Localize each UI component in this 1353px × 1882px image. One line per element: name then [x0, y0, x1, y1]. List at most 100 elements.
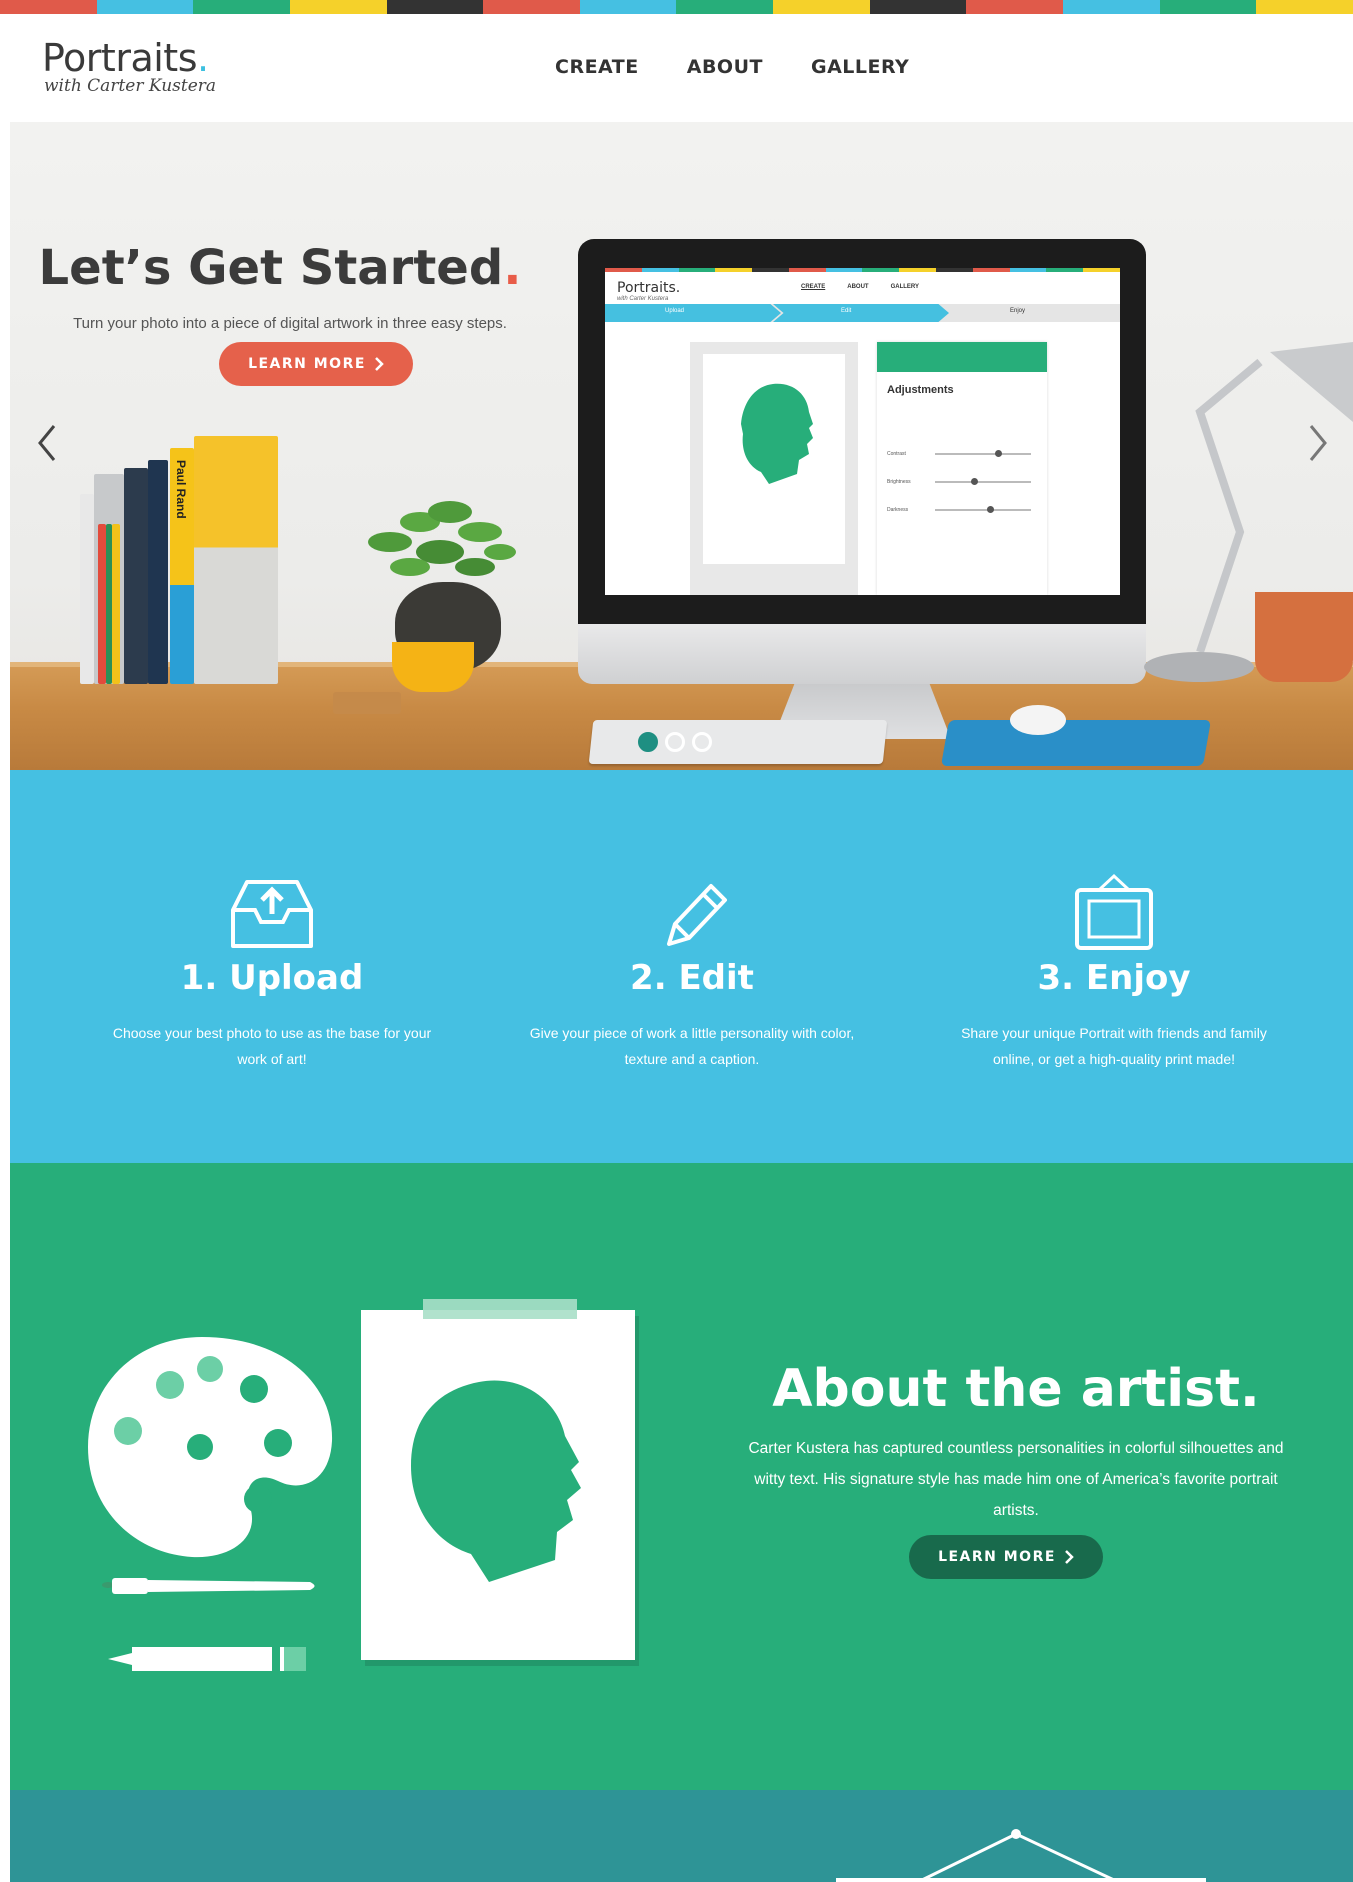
stripe-segment — [1159, 0, 1257, 14]
about-section: About the artist. Carter Kustera has cap… — [10, 1163, 1353, 1790]
canvas-paper — [361, 1310, 635, 1660]
slider-dot-2[interactable] — [665, 732, 685, 752]
screen-color-stripe — [605, 268, 1120, 272]
book — [112, 524, 120, 684]
screen-nav: CREATE ABOUT GALLERY — [801, 284, 919, 290]
step-upload-text: Choose your best photo to use as the bas… — [112, 1025, 432, 1067]
hero-learn-more-label: LEARN MORE — [248, 356, 366, 372]
stripe-segment — [752, 268, 789, 272]
stripe-segment — [678, 268, 716, 272]
orange-plant-pot — [1255, 592, 1353, 682]
chevron-right-icon — [375, 357, 384, 371]
book — [98, 524, 106, 684]
about-learn-more-button[interactable]: LEARN MORE — [909, 1535, 1103, 1579]
screen-step-edit-label: Edit — [841, 308, 852, 314]
chevron-right-icon — [1065, 1550, 1074, 1564]
stripe-segment — [579, 0, 677, 14]
nav-gallery[interactable]: GALLERY — [811, 56, 909, 78]
screen-step-upload-label: Upload — [665, 308, 685, 314]
stripe-segment — [788, 268, 826, 272]
paul-rand-book: Paul Rand — [170, 448, 194, 684]
step-edit-title: 2. Edit — [630, 958, 754, 998]
palette-icon — [88, 1337, 333, 1558]
logo[interactable]: Portraits. with Carter Kustera — [42, 36, 216, 96]
screen-slider-label: Brightness — [887, 479, 911, 485]
hero-subtitle: Turn your photo into a piece of digital … — [73, 315, 507, 332]
screen-panel-toolbar — [877, 342, 1047, 372]
stripe-segment — [1083, 268, 1120, 272]
stripe-segment — [899, 268, 937, 272]
about-text: Carter Kustera has captured countless pe… — [748, 1440, 1284, 1519]
screen-step-upload — [605, 304, 781, 322]
hanging-frame-icon — [836, 1829, 1206, 1882]
silhouette-icon — [741, 383, 813, 484]
hero-learn-more-button[interactable]: LEARN MORE — [219, 342, 413, 386]
stripe-segment — [193, 0, 290, 14]
top-color-stripe — [0, 0, 1353, 14]
main-nav: CREATE ABOUT GALLERY — [555, 56, 909, 78]
hero-slider: Paul Rand Let’s Get Started. Turn your p… — [10, 122, 1353, 770]
nav-about[interactable]: ABOUT — [687, 56, 763, 78]
screen-portrait-paper — [703, 354, 845, 564]
stripe-segment — [641, 268, 679, 272]
slider-dot-3[interactable] — [692, 732, 712, 752]
stripe-segment — [96, 0, 194, 14]
stripe-segment — [825, 268, 863, 272]
screen-slider — [935, 506, 1031, 513]
pencil-icon — [647, 870, 737, 956]
hanging-frame-icon — [1069, 870, 1159, 956]
stripe-segment — [676, 0, 774, 14]
step-upload-title: 1. Upload — [180, 958, 364, 998]
site-header: Portraits. with Carter Kustera CREATE AB… — [10, 14, 1353, 122]
step-upload: 1. Upload Choose your best photo to use … — [82, 870, 462, 1072]
wooden-block — [333, 692, 401, 714]
stripe-segment — [1009, 268, 1047, 272]
brush-and-marker-icon — [102, 1578, 315, 1671]
stripe-segment — [289, 0, 387, 14]
yellow-bowl — [392, 642, 474, 692]
screen-slider-label: Darkness — [887, 507, 909, 513]
stripe-segment — [715, 268, 753, 272]
screen-nav-create: CREATE — [801, 284, 826, 290]
lamp-base — [1144, 652, 1254, 682]
screen-slider — [935, 450, 1031, 457]
book — [148, 460, 168, 684]
about-learn-more-label: LEARN MORE — [938, 1549, 1056, 1565]
screen-step-edit — [773, 304, 949, 322]
screen-nav-gallery: GALLERY — [890, 284, 920, 290]
jade-plant — [368, 501, 516, 576]
step-enjoy-text: Share your unique Portrait with friends … — [961, 1025, 1267, 1067]
screen-logo: Portraits. — [617, 280, 681, 296]
keyboard — [588, 720, 888, 764]
monitor-screen: Portraits. with Carter Kustera CREATE AB… — [605, 268, 1120, 595]
stripe-segment — [483, 0, 580, 14]
screen-nav-about: ABOUT — [847, 284, 869, 290]
mouse — [1010, 705, 1066, 735]
stripe-segment — [773, 0, 870, 14]
apple-logo-icon — [850, 629, 874, 657]
slider-prev-button[interactable] — [32, 418, 62, 468]
mousepad — [940, 720, 1212, 766]
stripe-segment — [0, 0, 97, 14]
tape — [423, 1299, 577, 1319]
nav-create[interactable]: CREATE — [555, 56, 639, 78]
book — [194, 436, 278, 684]
book — [80, 494, 94, 684]
stripe-segment — [966, 0, 1064, 14]
slider-dot-1[interactable] — [638, 732, 658, 752]
screen-logo-subtitle: with Carter Kustera — [617, 296, 669, 302]
logo-title: Portraits. — [42, 36, 209, 80]
stripe-segment — [869, 0, 967, 14]
step-edit-text: Give your piece of work a little persona… — [529, 1025, 855, 1067]
stripe-segment — [386, 0, 484, 14]
about-title: About the artist. — [772, 1359, 1260, 1419]
stripe-segment — [1063, 0, 1160, 14]
stripe-segment — [862, 268, 900, 272]
stripe-segment — [972, 268, 1010, 272]
screen-slider — [935, 478, 1031, 485]
stripe-segment — [1046, 268, 1084, 272]
hero-title: Let’s Get Started. — [38, 240, 522, 296]
screen-adjust-panel — [877, 342, 1047, 595]
upload-tray-icon — [227, 870, 317, 956]
book — [124, 468, 148, 684]
